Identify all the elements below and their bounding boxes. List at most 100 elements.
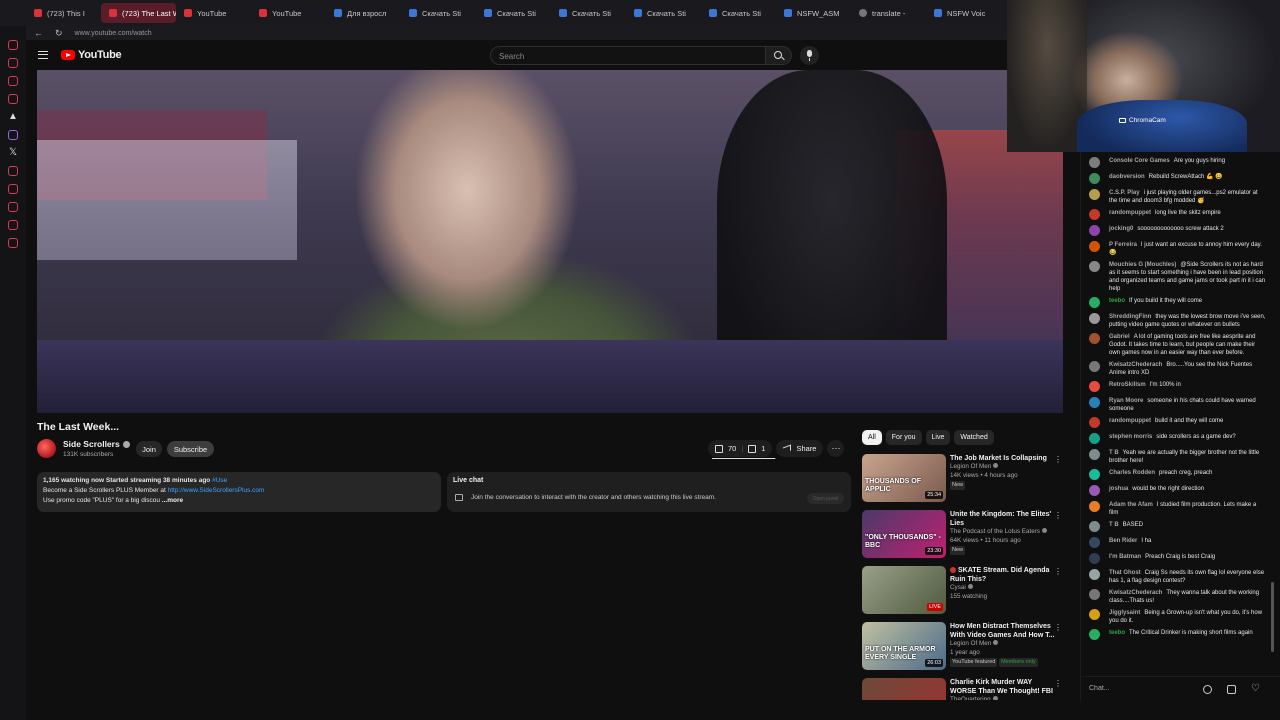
chat-input[interactable] [1089,682,1199,695]
sidebar-app-icon[interactable] [8,166,18,176]
browser-tab[interactable]: Скачать Sti [626,3,701,23]
chat-author[interactable]: joshua [1109,486,1128,492]
browser-tab[interactable]: Скачать Sti [476,3,551,23]
avatar[interactable] [1089,157,1100,168]
recommendation-channel[interactable]: Legion Of Men [950,463,1060,472]
avatar[interactable] [1089,609,1100,620]
sidebar-app-icon[interactable] [8,220,18,230]
avatar[interactable] [1089,521,1100,532]
chat-author[interactable]: randompuppet [1109,210,1151,216]
recommendation-item[interactable]: PUT ON THE ARMOR EVERY SINGLE 26:03 How Me… [862,622,1074,676]
video-thumbnail[interactable]: THOUSANDS OF APPLIC 25:34 [862,454,946,502]
browser-tab[interactable]: Скачать Sti [701,3,776,23]
avatar[interactable] [1089,537,1100,548]
browser-tab[interactable]: Скачать Sti [551,3,626,23]
description-box[interactable]: 1,165 watching now Started streaming 38 … [37,472,441,512]
channel-name[interactable]: Side Scrollers [63,439,130,449]
browser-tab[interactable]: YouTube [251,3,326,23]
recommendation-item[interactable]: LIVE SKATE Stream. Did Agenda Ruin This? C… [862,566,1074,620]
sidebar-app-icon[interactable]: ▲ [8,112,18,122]
channel-avatar[interactable] [37,439,56,458]
heart-icon[interactable]: ♡ [1251,684,1260,694]
more-actions-icon[interactable]: ⋯ [827,440,845,457]
sidebar-app-icon[interactable] [8,40,18,50]
avatar[interactable] [1089,209,1100,220]
open-panel-button[interactable]: Open panel [807,493,844,504]
like-icon[interactable] [715,444,723,453]
recommendation-channel[interactable]: TheQuartering [950,696,1060,700]
sidebar-app-icon[interactable] [8,184,18,194]
youtube-logo[interactable]: YouTube [61,49,122,61]
browser-tab[interactable]: translate - [851,3,926,23]
recommendation-title[interactable]: SKATE Stream. Did Agenda Ruin This? [950,566,1060,584]
join-button[interactable]: Join [136,441,162,457]
chat-author[interactable]: KwisatzChederach [1109,362,1162,368]
recommendation-title[interactable]: Charlie Kirk Murder WAY WORSE Than We Th… [950,678,1060,696]
browser-tab[interactable]: YouTube [176,3,251,23]
filter-chip[interactable]: For you [885,430,922,445]
chat-author[interactable]: teebo [1109,630,1125,636]
recommendation-channel[interactable]: Legion Of Men [950,640,1060,649]
sidebar-app-icon[interactable] [8,94,18,104]
avatar[interactable] [1089,333,1100,344]
description-link[interactable]: http://www.SideScrollersPlus.com [168,487,265,494]
avatar[interactable] [1089,173,1100,184]
recommendation-title[interactable]: How Men Distract Themselves With Video G… [950,622,1060,640]
avatar[interactable] [1089,361,1100,372]
url-field[interactable]: www.youtube.com/watch [75,30,152,37]
chat-author[interactable]: ShreddingFinn [1109,314,1151,320]
chat-author[interactable]: randompuppet [1109,418,1151,424]
chat-author[interactable]: jocking0 [1109,226,1133,232]
sidebar-app-icon[interactable] [8,130,18,140]
avatar[interactable] [1089,189,1100,200]
sidebar-app-icon[interactable] [8,76,18,86]
browser-tab[interactable]: Скачать Sti [401,3,476,23]
browser-tab[interactable]: NSFW_ASM [776,3,851,23]
x-icon[interactable]: 𝕏 [8,148,18,158]
more-options-icon[interactable]: ⋮ [1054,624,1062,632]
chat-author[interactable]: Charles Rodden [1109,470,1155,476]
avatar[interactable] [1089,553,1100,564]
dislike-count[interactable]: 1 [761,444,765,453]
dislike-icon[interactable] [748,444,757,453]
filter-chip[interactable]: All [862,430,882,445]
filter-chip[interactable]: Watched [954,430,994,445]
avatar[interactable] [1089,397,1100,408]
more-options-icon[interactable]: ⋮ [1054,680,1062,688]
chat-author[interactable]: Ben Rider [1109,538,1137,544]
settings-icon[interactable] [8,238,18,248]
subscribe-button[interactable]: Subscribe [167,441,214,457]
more-options-icon[interactable]: ⋮ [1054,456,1062,464]
chat-author[interactable]: Mouchies G (Mouchles) [1109,262,1176,268]
video-thumbnail[interactable]: LIVE [862,566,946,614]
sidebar-app-icon[interactable] [8,58,18,68]
chat-author[interactable]: KwisatzChederach [1109,590,1162,596]
chat-author[interactable]: teebo [1109,298,1125,304]
chat-author[interactable]: That Ghost [1109,570,1141,576]
reload-icon[interactable]: ↻ [55,28,63,39]
chat-author[interactable]: Gabriel [1109,334,1130,340]
more-options-icon[interactable]: ⋮ [1054,512,1062,520]
chat-author[interactable]: T B [1109,522,1119,528]
chat-author[interactable]: RetroSkillsm [1109,382,1146,388]
search-input[interactable] [499,50,749,62]
browser-tab[interactable]: (723) This I [26,3,101,23]
recommendation-channel[interactable]: The Podcast of the Lotus Eaters [950,528,1060,537]
search-icon[interactable] [765,47,791,64]
menu-icon[interactable] [38,51,48,59]
recommendation-title[interactable]: The Job Market Is Collapsing [950,454,1060,463]
chat-author[interactable]: P Ferreira [1109,242,1137,248]
browser-tab[interactable]: (723) The Last We [101,3,176,23]
chat-author[interactable]: Ryan Moore [1109,398,1143,404]
avatar[interactable] [1089,433,1100,444]
avatar[interactable] [1089,381,1100,392]
share-button[interactable]: Share [776,440,824,457]
avatar[interactable] [1089,629,1100,640]
avatar[interactable] [1089,485,1100,496]
chat-author[interactable]: Jigglysaint [1109,610,1140,616]
avatar[interactable] [1089,469,1100,480]
back-icon[interactable]: ← [34,28,43,38]
chat-author[interactable]: Adam the Afam [1109,502,1153,508]
avatar[interactable] [1089,313,1100,324]
recommendation-item[interactable]: "ONLY THOUSANDS" -BBC 23:30 Unite the King… [862,510,1074,564]
